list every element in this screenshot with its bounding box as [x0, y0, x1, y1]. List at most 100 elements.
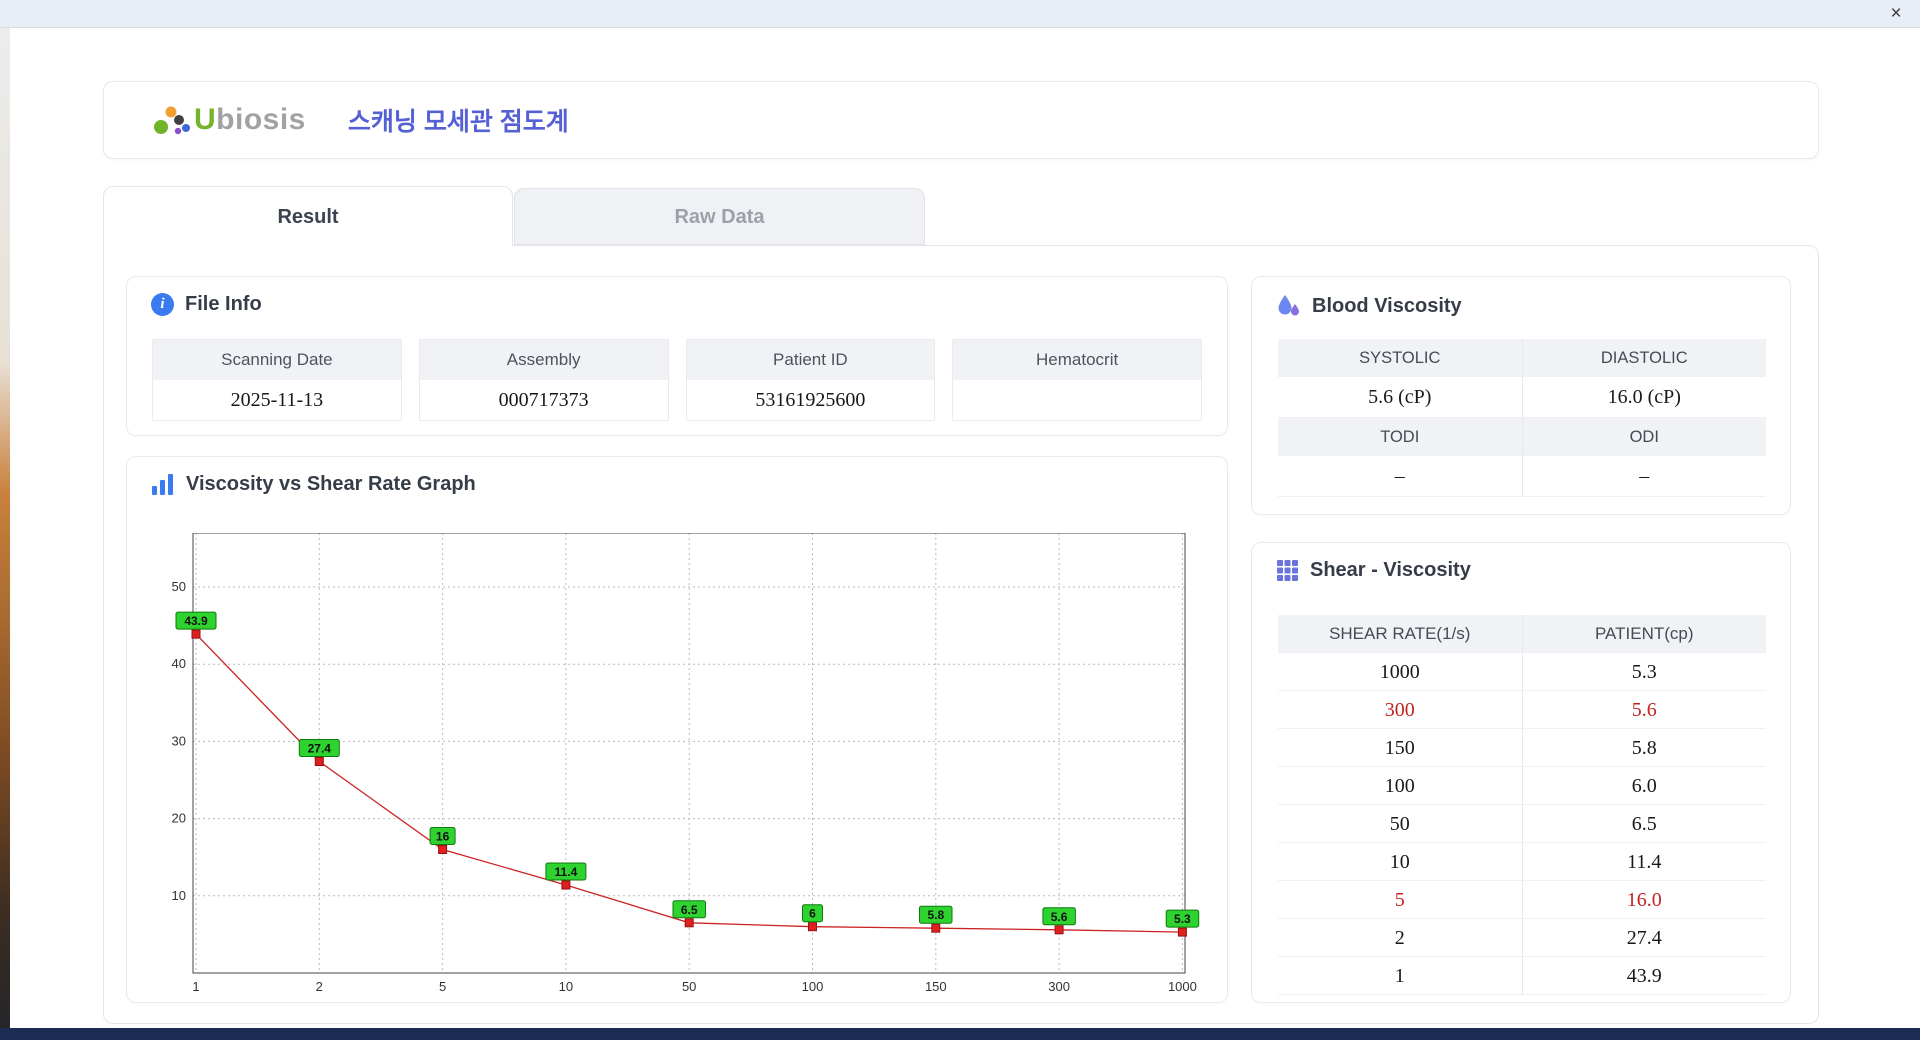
table-row: 5.6 (cP) 16.0 (cP) [1278, 377, 1766, 418]
odi-value: – [1639, 465, 1650, 487]
ubiosis-logo: Ubiosis [150, 102, 306, 138]
graph-title: Viscosity vs Shear Rate Graph [186, 473, 476, 495]
shear-viscosity-title: Shear - Viscosity [1310, 559, 1471, 581]
todi-value: – [1278, 456, 1523, 496]
svg-text:11.4: 11.4 [555, 865, 578, 879]
patient-viscosity-value: 5.8 [1631, 737, 1657, 759]
file-info-title: File Info [185, 293, 262, 315]
shear-viscosity-card: Shear - Viscosity SHEAR RATE(1/s) PATIEN… [1251, 542, 1791, 1003]
patient-viscosity-value: 43.9 [1626, 965, 1662, 987]
patient-viscosity-value: 5.6 [1631, 699, 1657, 721]
field-value: 000717373 [419, 380, 668, 420]
systolic-value: 5.6 (cP) [1278, 377, 1523, 417]
close-icon[interactable]: × [1884, 2, 1908, 26]
info-icon: i [151, 293, 174, 316]
svg-text:20: 20 [172, 811, 186, 826]
table-grid-icon [1277, 560, 1298, 581]
svg-text:1: 1 [192, 979, 199, 994]
svg-text:100: 100 [802, 979, 824, 994]
graph-card: Viscosity vs Shear Rate Graph 10 20 30 40 50… [126, 456, 1228, 1003]
field-scanning-date: Scanning Date 2025-11-13 [152, 339, 402, 421]
field-label: Assembly [419, 340, 668, 380]
blood-viscosity-title: Blood Viscosity [1312, 294, 1462, 317]
svg-text:150: 150 [925, 979, 947, 994]
shear-rate-value: 50 [1278, 805, 1523, 842]
svg-text:40: 40 [172, 656, 186, 671]
shear-rate-value: 1000 [1278, 653, 1523, 690]
screen: × Ubiosis 스캐닝 모세관 점도계 Result Raw Data i … [0, 0, 1920, 1040]
svg-text:50: 50 [172, 579, 186, 594]
shear-rate-value: 2 [1278, 919, 1523, 956]
page-title: 스캐닝 모세관 점도계 [347, 108, 569, 136]
patient-viscosity-value: 5.3 [1631, 661, 1657, 683]
shear-rate-value: 10 [1278, 843, 1523, 880]
logo-dots-icon [154, 106, 190, 135]
patient-viscosity-value: 11.4 [1627, 851, 1662, 873]
tab-raw-data[interactable]: Raw Data [514, 188, 925, 245]
patient-viscosity-value: 27.4 [1626, 927, 1662, 949]
field-label: Hematocrit [953, 340, 1201, 380]
table-row: – – [1278, 456, 1766, 497]
file-info-fields: Scanning Date 2025-11-13 Assembly 000717… [152, 339, 1202, 421]
shear-rate-value: 300 [1278, 691, 1523, 728]
field-value [953, 380, 1201, 420]
table-row: 150 5.8 [1278, 729, 1766, 767]
file-info-card: i File Info Scanning Date 2025-11-13 Ass… [126, 276, 1228, 436]
svg-text:10: 10 [559, 979, 573, 994]
shear-rate-value: 100 [1278, 767, 1523, 804]
shear-viscosity-rows: 1000 5.3 300 5.6 150 5.8 100 6.0 50 6.5 10 11.4 5 16.… [1278, 653, 1766, 995]
table-header-row: SHEAR RATE(1/s) PATIENT(cp) [1278, 615, 1766, 653]
svg-text:10: 10 [172, 888, 186, 903]
svg-text:6.5: 6.5 [681, 903, 698, 917]
field-hematocrit: Hematocrit [952, 339, 1202, 421]
patient-column-header: PATIENT(cp) [1594, 624, 1694, 643]
taskbar-strip [0, 1028, 1920, 1040]
svg-text:5.6: 5.6 [1051, 910, 1068, 924]
patient-viscosity-value: 6.0 [1631, 775, 1657, 797]
droplets-icon [1278, 295, 1299, 316]
tab-result[interactable]: Result [103, 186, 513, 246]
todi-header-cell: TODI [1278, 418, 1523, 455]
field-patient-id: Patient ID 53161925600 [685, 339, 936, 421]
odi-header-cell: ODI [1629, 428, 1659, 446]
svg-text:300: 300 [1048, 979, 1070, 994]
svg-text:6: 6 [809, 907, 816, 921]
field-value: 53161925600 [686, 380, 935, 420]
table-row: 2 27.4 [1278, 919, 1766, 957]
patient-viscosity-value: 16.0 [1626, 889, 1662, 911]
field-label: Patient ID [686, 340, 935, 380]
shear-viscosity-table: SHEAR RATE(1/s) PATIENT(cp) 1000 5.3 300 5.… [1278, 615, 1766, 995]
shear-rate-value: 1 [1278, 957, 1523, 994]
header-card: Ubiosis 스캐닝 모세관 점도계 [103, 81, 1819, 159]
svg-text:27.4: 27.4 [308, 742, 332, 756]
table-row: 1000 5.3 [1278, 653, 1766, 691]
svg-text:30: 30 [172, 733, 186, 748]
svg-text:5.8: 5.8 [927, 908, 944, 922]
svg-text:16: 16 [436, 830, 450, 844]
blood-viscosity-card: Blood Viscosity SYSTOLIC DIASTOLIC 5.6 (… [1251, 276, 1791, 515]
diastolic-header-cell: DIASTOLIC [1600, 349, 1688, 367]
table-row: 300 5.6 [1278, 691, 1766, 729]
bar-chart-icon [152, 474, 173, 495]
table-row: SYSTOLIC DIASTOLIC [1278, 339, 1766, 377]
svg-text:2: 2 [316, 979, 323, 994]
systolic-header-cell: SYSTOLIC [1278, 339, 1523, 376]
shear-rate-value: 5 [1278, 881, 1523, 918]
patient-viscosity-value: 6.5 [1631, 813, 1657, 835]
svg-text:5: 5 [439, 979, 446, 994]
viscosity-chart: 10 20 30 40 50 1 2 5 10 50 100 150 300 1000 43.9 27.4 16… [172, 533, 1200, 994]
table-row: 50 6.5 [1278, 805, 1766, 843]
window-titlebar: × [0, 0, 1920, 28]
shear-rate-value: 150 [1278, 729, 1523, 766]
desktop-background-sliver [0, 28, 10, 1040]
field-label: Scanning Date [153, 340, 401, 380]
logo-letter-u: U [194, 103, 217, 136]
blood-viscosity-table: SYSTOLIC DIASTOLIC 5.6 (cP) 16.0 (cP) TO… [1278, 339, 1766, 497]
diastolic-value: 16.0 (cP) [1607, 386, 1681, 408]
table-row: 100 6.0 [1278, 767, 1766, 805]
table-row: 10 11.4 [1278, 843, 1766, 881]
svg-text:50: 50 [682, 979, 696, 994]
logo-letters-biosis: biosis [216, 103, 306, 136]
svg-text:43.9: 43.9 [184, 614, 208, 628]
table-row: TODI ODI [1278, 418, 1766, 456]
